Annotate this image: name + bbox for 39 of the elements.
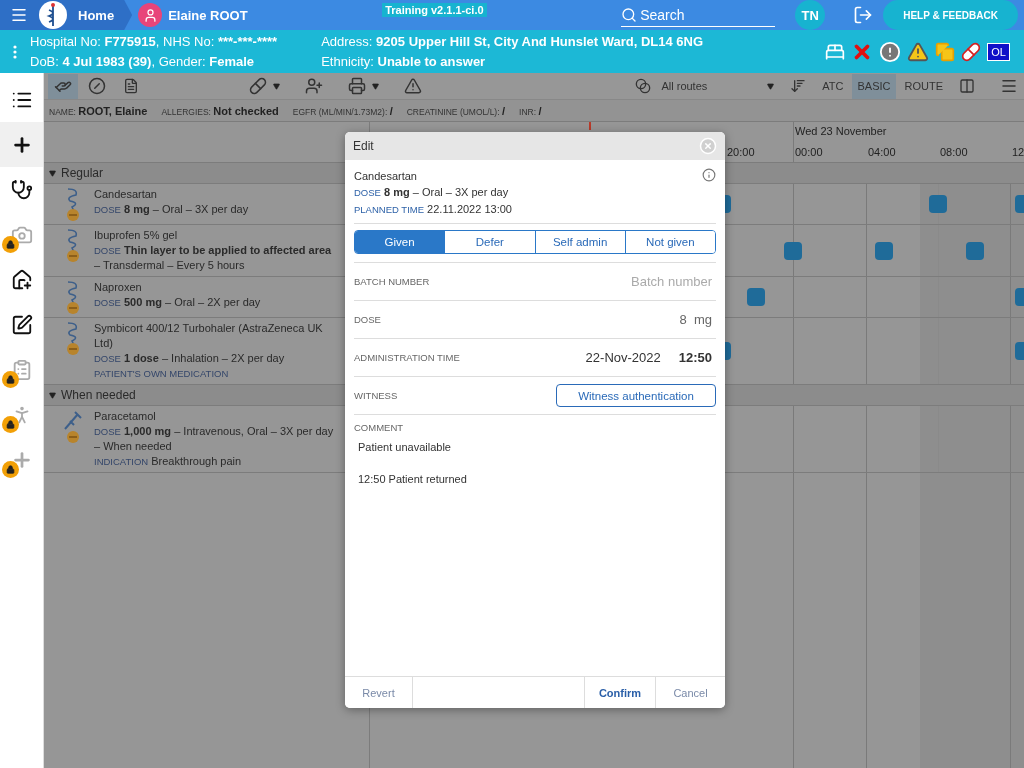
planned-time: PLANNED TIME 22.11.2022 13:00 <box>354 202 512 217</box>
patient-info-item: INR: / <box>519 104 542 117</box>
patient-info-item: EGFR (ML/MIN/1.73M2): / <box>292 104 393 117</box>
patient-detail: Ethnicity: Unable to answer <box>321 52 487 71</box>
medication-name: Paracetamol <box>94 409 157 424</box>
field-label: COMMENT <box>354 422 405 433</box>
medication-note: PATIENT'S OWN MEDICATION <box>94 367 230 381</box>
field-label: BATCH NUMBER <box>354 276 430 287</box>
day-label: Wed 23 November <box>795 125 887 137</box>
field-label: DOSE <box>354 314 381 325</box>
indication-line: INDICATION Breakthrough pain <box>94 454 243 469</box>
time-label: 20:00 <box>727 146 755 158</box>
patient-detail: Hospital No: F775915, NHS No: ***-***-**** <box>30 32 278 51</box>
field-label: WITNESS <box>354 390 398 401</box>
status-badge: OL <box>987 42 1010 61</box>
patient-detail: Address: 9205 Upper Hill St, City And Hunslet Ward, DL14 6NG <box>321 32 704 51</box>
dose-line: DOSE 1,000 mg – Intravenous, Oral – 3X per day – When needed <box>94 424 335 454</box>
dose-line: DOSE 8 mg – Oral – 3X per day <box>354 185 510 200</box>
patient-info-item: ALLERGIES: Not checked <box>161 104 279 117</box>
field-label: ADMINISTRATION TIME <box>354 352 460 363</box>
time-label: 00:00 <box>795 146 823 158</box>
build-label: Training v2.1.1-ci.0 <box>382 3 487 17</box>
medication-name: Ibuprofen 5% gel <box>94 228 179 243</box>
patient-info-item: CREATININE (UMOL/L): / <box>406 104 505 117</box>
dose-line: DOSE 1 dose – Inhalation – 2X per day <box>94 351 286 366</box>
dose-line: DOSE 500 mg – Oral – 2X per day <box>94 295 261 310</box>
time-label: 12 <box>1012 146 1024 158</box>
patient-name: Elaine ROOT <box>168 7 248 23</box>
time-label: 08:00 <box>940 146 968 158</box>
medication-name: Candesartan <box>94 187 158 202</box>
patient-detail: DoB: 4 Jul 1983 (39), Gender: Female <box>30 52 256 71</box>
dose-line: DOSE Thin layer to be applied to affected area – Transdermal – Every 5 hours <box>94 243 333 273</box>
medication-name: Naproxen <box>94 280 143 295</box>
drug-name: Candesartan <box>354 169 418 184</box>
dialog-title: Edit <box>353 139 374 153</box>
time-label: 04:00 <box>868 146 896 158</box>
medication-name: Symbicort 400/12 Turbohaler (AstraZeneca UK Ltd) <box>94 321 324 351</box>
dose-line: DOSE 8 mg – Oral – 3X per day <box>94 202 249 217</box>
patient-info-item: NAME: ROOT, Elaine <box>49 104 148 117</box>
